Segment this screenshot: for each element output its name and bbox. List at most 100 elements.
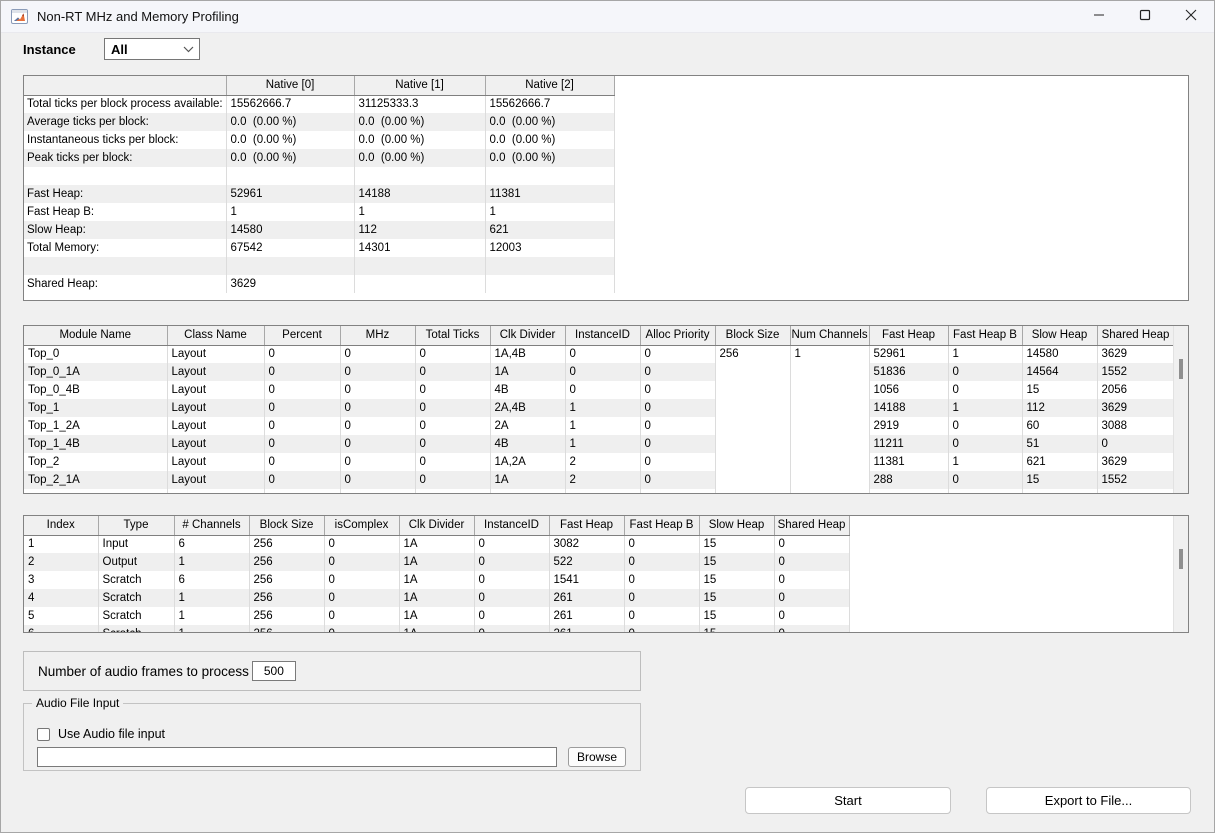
- module-cell[interactable]: Top_0_4B: [24, 381, 167, 399]
- buffer-cell[interactable]: 1A: [399, 625, 474, 633]
- buffer-cell[interactable]: 0: [624, 553, 699, 571]
- module-cell[interactable]: 288: [869, 471, 948, 489]
- summary-value-cell[interactable]: 15562666.7: [485, 95, 614, 113]
- module-cell[interactable]: Top_0: [24, 345, 167, 363]
- module-cell[interactable]: [790, 453, 869, 471]
- buffer-cell[interactable]: 522: [549, 553, 624, 571]
- module-cell[interactable]: 0: [415, 363, 490, 381]
- browse-button[interactable]: Browse: [568, 747, 626, 767]
- buffer-scrollbar-thumb[interactable]: [1179, 549, 1183, 569]
- buffer-cell[interactable]: 15: [699, 553, 774, 571]
- buffer-cell[interactable]: 0: [324, 589, 399, 607]
- buffer-cell[interactable]: 1A: [399, 535, 474, 553]
- summary-value-cell[interactable]: 15562666.7: [226, 95, 354, 113]
- module-cell[interactable]: Layout: [167, 363, 264, 381]
- module-cell[interactable]: 0: [565, 363, 640, 381]
- buffer-cell[interactable]: 261: [549, 625, 624, 633]
- buffer-cell[interactable]: 0: [474, 625, 549, 633]
- module-cell[interactable]: [790, 435, 869, 453]
- module-cell[interactable]: [715, 363, 790, 381]
- summary-value-cell[interactable]: 12003: [485, 239, 614, 257]
- module-cell[interactable]: 0: [415, 399, 490, 417]
- buffer-cell[interactable]: Scratch: [98, 589, 174, 607]
- module-cell[interactable]: 4B: [490, 435, 565, 453]
- buffer-cell[interactable]: 256: [249, 607, 324, 625]
- summary-value-cell[interactable]: 0.0 (0.00 %): [354, 131, 485, 149]
- module-cell[interactable]: Top_0_1A: [24, 363, 167, 381]
- module-cell[interactable]: 0: [948, 471, 1022, 489]
- summary-value-cell[interactable]: 14188: [354, 185, 485, 203]
- module-cell[interactable]: 2A: [490, 417, 565, 435]
- summary-value-cell[interactable]: 112: [354, 221, 485, 239]
- module-cell[interactable]: [715, 399, 790, 417]
- module-cell[interactable]: [415, 489, 490, 494]
- buffer-cell[interactable]: 256: [249, 625, 324, 633]
- module-cell[interactable]: 3088: [1097, 417, 1174, 435]
- buffer-cell[interactable]: 1: [174, 553, 249, 571]
- module-cell[interactable]: [490, 489, 565, 494]
- summary-row-label[interactable]: Fast Heap:: [24, 185, 226, 203]
- module-cell[interactable]: Layout: [167, 399, 264, 417]
- buffer-cell[interactable]: 4: [24, 589, 98, 607]
- module-cell[interactable]: 3629: [1097, 453, 1174, 471]
- buffer-cell[interactable]: 1541: [549, 571, 624, 589]
- buffer-cell[interactable]: Input: [98, 535, 174, 553]
- summary-value-cell[interactable]: 11381: [485, 185, 614, 203]
- module-cell[interactable]: 0: [565, 345, 640, 363]
- module-cell[interactable]: 0: [264, 399, 340, 417]
- buffer-cell[interactable]: 0: [474, 553, 549, 571]
- module-cell[interactable]: 3629: [1097, 399, 1174, 417]
- module-cell[interactable]: [565, 489, 640, 494]
- buffer-cell[interactable]: 0: [774, 553, 849, 571]
- summary-value-cell[interactable]: 621: [485, 221, 614, 239]
- module-cell[interactable]: [715, 381, 790, 399]
- module-cell[interactable]: Layout: [167, 345, 264, 363]
- close-button[interactable]: [1168, 1, 1214, 32]
- module-scrollbar-thumb[interactable]: [1179, 359, 1183, 379]
- module-cell[interactable]: [790, 399, 869, 417]
- module-cell[interactable]: Layout: [167, 435, 264, 453]
- buffer-cell[interactable]: 15: [699, 571, 774, 589]
- module-cell[interactable]: 0: [264, 381, 340, 399]
- module-cell[interactable]: 0: [340, 435, 415, 453]
- summary-row-label[interactable]: Shared Heap:: [24, 275, 226, 293]
- module-cell[interactable]: 256: [715, 345, 790, 363]
- buffer-cell[interactable]: 0: [774, 589, 849, 607]
- buffer-cell[interactable]: 0: [324, 571, 399, 589]
- buffer-cell[interactable]: 0: [774, 625, 849, 633]
- module-cell[interactable]: [790, 471, 869, 489]
- buffer-cell[interactable]: 256: [249, 571, 324, 589]
- module-cell[interactable]: Layout: [167, 417, 264, 435]
- module-cell[interactable]: 1A,4B: [490, 345, 565, 363]
- buffer-cell[interactable]: Scratch: [98, 607, 174, 625]
- module-cell[interactable]: 1056: [869, 381, 948, 399]
- summary-value-cell[interactable]: [354, 167, 485, 185]
- buffer-cell[interactable]: 6: [174, 571, 249, 589]
- buffer-cell[interactable]: 0: [774, 607, 849, 625]
- module-cell[interactable]: 4B: [490, 381, 565, 399]
- module-cell[interactable]: [264, 489, 340, 494]
- module-cell[interactable]: [715, 435, 790, 453]
- summary-value-cell[interactable]: [485, 167, 614, 185]
- summary-value-cell[interactable]: [226, 167, 354, 185]
- module-cell[interactable]: 2A,4B: [490, 399, 565, 417]
- summary-value-cell[interactable]: 1: [485, 203, 614, 221]
- module-cell[interactable]: 60: [1022, 417, 1097, 435]
- buffer-cell[interactable]: 1: [174, 625, 249, 633]
- module-cell[interactable]: 0: [340, 471, 415, 489]
- module-cell[interactable]: 15: [1022, 471, 1097, 489]
- summary-row-label[interactable]: Fast Heap B:: [24, 203, 226, 221]
- module-cell[interactable]: 0: [948, 417, 1022, 435]
- summary-value-cell[interactable]: 52961: [226, 185, 354, 203]
- module-cell[interactable]: 0: [264, 471, 340, 489]
- module-cell[interactable]: 2919: [869, 417, 948, 435]
- summary-value-cell[interactable]: 0.0 (0.00 %): [485, 149, 614, 167]
- module-cell[interactable]: 15: [1022, 381, 1097, 399]
- buffer-cell[interactable]: 1A: [399, 589, 474, 607]
- module-cell[interactable]: Top_1: [24, 399, 167, 417]
- module-cell[interactable]: 0: [415, 345, 490, 363]
- module-cell[interactable]: 0: [565, 381, 640, 399]
- summary-row-label[interactable]: Total ticks per block process available:: [24, 95, 226, 113]
- module-cell[interactable]: Top_2: [24, 453, 167, 471]
- summary-value-cell[interactable]: 0.0 (0.00 %): [354, 113, 485, 131]
